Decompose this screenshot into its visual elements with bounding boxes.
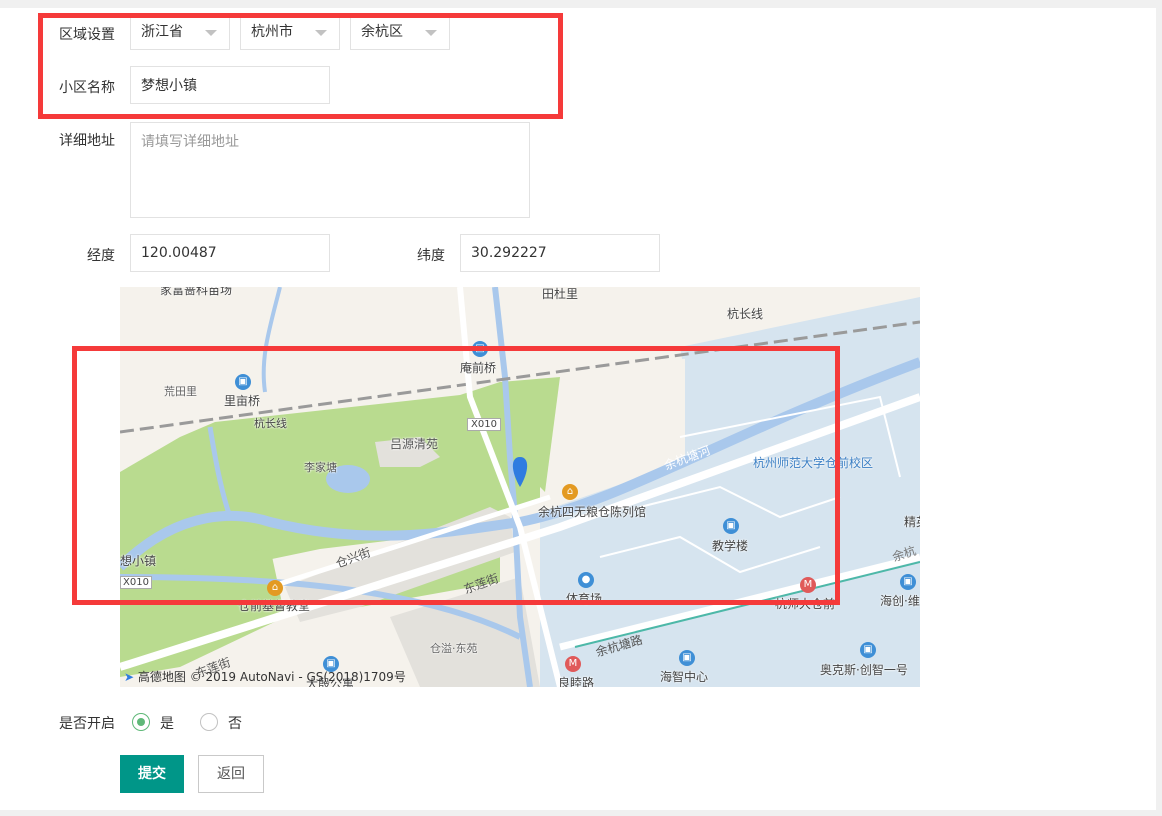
community-label: 小区名称 (59, 80, 115, 96)
radio-yes[interactable] (132, 713, 150, 731)
map-label: 余杭四无粮仓陈列馆 (538, 505, 647, 519)
chevron-down-icon (425, 30, 437, 36)
map-label: 庵前桥 (460, 361, 497, 375)
map-label: 荒田里 (164, 385, 197, 398)
province-value: 浙江省 (141, 24, 183, 40)
map-label: 教学楼 (712, 539, 749, 553)
city-select[interactable]: 杭州市 (240, 14, 340, 50)
submit-button[interactable]: 提交 (120, 755, 184, 793)
lng-input[interactable] (130, 234, 330, 272)
map-label: 里亩桥 (224, 394, 261, 408)
map-canvas (120, 287, 920, 687)
city-value: 杭州市 (251, 24, 293, 40)
map-label: 仓前基督教堂 (238, 599, 311, 613)
church-icon: ⌂ (267, 580, 283, 596)
map-view[interactable]: 家富蔷科苗场 田杜里 杭长线 ▣ 庵前桥 荒田里 ▣ 里亩桥 杭长线 吕源清苑 … (120, 287, 920, 687)
province-select[interactable]: 浙江省 (130, 14, 230, 50)
district-value: 余杭区 (361, 24, 403, 40)
school-icon: ▣ (723, 518, 739, 534)
school-icon: ▣ (235, 374, 251, 390)
radio-no-label[interactable]: 否 (228, 713, 242, 733)
road-sign: X010 (120, 576, 152, 589)
enabled-label: 是否开启 (59, 716, 115, 732)
region-label: 区域设置 (59, 27, 115, 43)
map-label: 田杜里 (542, 287, 579, 301)
metro-icon: M (800, 577, 816, 593)
map-attribution: ➤ 高德地图 © 2019 AutoNavi - GS(2018)1709号 (124, 668, 406, 685)
map-label: 杭州师范大学仓前校区 (753, 456, 874, 470)
school-icon: ▣ (472, 341, 488, 357)
map-label: 海创·维 (880, 594, 920, 608)
map-label: 仓溢·东苑 (430, 642, 478, 655)
road-sign: X010 (467, 418, 501, 431)
map-label: 海智中心 (660, 670, 709, 684)
map-label: 吕源清苑 (390, 437, 439, 451)
chevron-down-icon (315, 30, 327, 36)
address-textarea[interactable] (130, 122, 530, 218)
map-label: 杭长线 (254, 417, 287, 430)
map-label: 杭长线 (727, 307, 764, 321)
building-icon: ▣ (900, 574, 916, 590)
metro-icon: M (565, 656, 581, 672)
museum-icon: ⌂ (562, 484, 578, 500)
map-label: 想小镇 (120, 554, 157, 568)
building-icon: ▣ (679, 650, 695, 666)
chevron-down-icon (205, 30, 217, 36)
radio-no[interactable] (200, 713, 218, 731)
radio-yes-label[interactable]: 是 (160, 713, 174, 733)
lat-input[interactable] (460, 234, 660, 272)
map-label: 良睦路 (558, 676, 595, 687)
map-label: 李家塘 (304, 461, 337, 474)
lat-label: 纬度 (417, 248, 445, 264)
district-select[interactable]: 余杭区 (350, 14, 450, 50)
community-input[interactable] (130, 66, 330, 104)
address-label: 详细地址 (59, 133, 115, 149)
amap-logo-icon: ➤ (124, 670, 135, 684)
building-icon: ▣ (860, 642, 876, 658)
map-label: 杭师大仓前 (775, 597, 836, 611)
map-attribution-text: 高德地图 © 2019 AutoNavi - GS(2018)1709号 (137, 670, 406, 684)
map-label: 精英 (904, 515, 920, 529)
map-label: 奥克斯·创智一号 (820, 663, 908, 677)
map-label: 家富蔷科苗场 (160, 287, 233, 297)
map-label: 体育场 (566, 592, 603, 606)
stadium-icon: ● (578, 572, 594, 588)
back-button[interactable]: 返回 (198, 755, 264, 793)
lng-label: 经度 (87, 248, 115, 264)
